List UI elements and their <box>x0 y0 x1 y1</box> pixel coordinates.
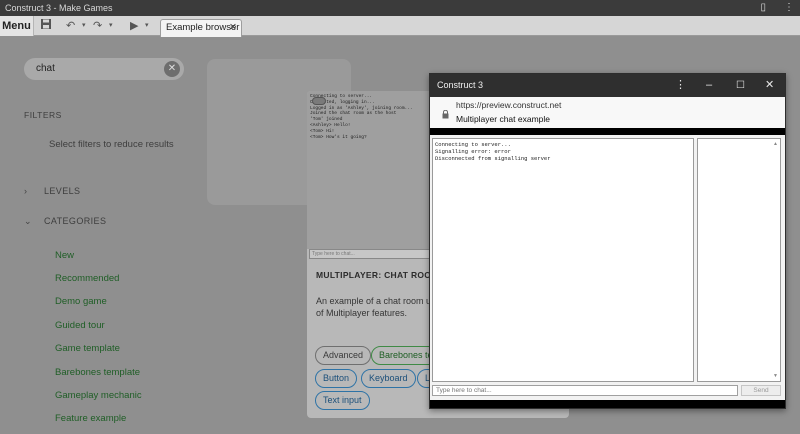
preview-window-title: Construct 3 <box>437 80 484 90</box>
category-guided-tour[interactable]: Guided tour <box>55 320 105 331</box>
lock-icon <box>442 108 449 122</box>
redo-icon[interactable]: ↷ <box>93 18 102 34</box>
menu-button[interactable]: Menu <box>0 16 34 36</box>
scroll-up-icon[interactable]: ▲ <box>773 141 778 147</box>
cloud-icon <box>312 97 326 105</box>
filters-hint: Select filters to reduce results <box>49 139 174 150</box>
tag-advanced[interactable]: Advanced <box>315 346 372 365</box>
chat-log-textarea[interactable]: Connecting to server... Signalling error… <box>432 138 694 382</box>
chevron-right-icon: › <box>24 186 28 196</box>
user-list[interactable]: ▲ ▼ <box>697 138 781 382</box>
category-recommended[interactable]: Recommended <box>55 273 119 284</box>
tag-button[interactable]: Button <box>315 369 358 388</box>
save-icon[interactable] <box>40 18 52 35</box>
preview-window-titlebar: Construct 3 <box>430 74 785 97</box>
levels-section[interactable]: › LEVELS <box>24 186 80 196</box>
search-value: chat <box>36 63 55 74</box>
categories-section[interactable]: ⌄ CATEGORIES <box>24 216 106 227</box>
more-options-icon[interactable]: ⋮ <box>784 0 794 16</box>
preview-page-title: Multiplayer chat example <box>456 114 551 124</box>
clear-search-icon[interactable]: ✕ <box>164 61 180 77</box>
search-input[interactable]: chat ✕ <box>24 58 184 80</box>
undo-dropdown-icon[interactable]: ▾ <box>82 18 86 34</box>
undo-icon[interactable]: ↶ <box>66 18 75 34</box>
game-canvas-border-top <box>430 128 785 135</box>
minimize-icon[interactable]: – <box>706 74 712 97</box>
main-toolbar: Menu ↶ ▾ ↷ ▾ ▶ ▾ Example browser ✕ <box>0 16 800 37</box>
app-titlebar: Construct 3 - Make Games ▯ ⋮ <box>0 0 800 16</box>
category-gameplay-mechanic[interactable]: Gameplay mechanic <box>55 390 142 401</box>
play-dropdown-icon[interactable]: ▾ <box>145 18 149 34</box>
chevron-down-icon: ⌄ <box>24 216 32 226</box>
levels-label: LEVELS <box>44 186 81 196</box>
preview-url: https://preview.construct.net <box>456 100 562 110</box>
chat-input[interactable]: Type here to chat... <box>432 385 738 396</box>
notifications-icon[interactable]: ▯ <box>760 0 766 16</box>
filters-heading: FILTERS <box>24 110 62 120</box>
preview-chat-input: Type here to chat... <box>309 249 435 259</box>
category-demo-game[interactable]: Demo game <box>55 296 107 307</box>
maximize-icon[interactable]: ☐ <box>736 74 745 97</box>
tag-text-input[interactable]: Text input <box>315 391 370 410</box>
game-canvas-border-bottom <box>430 400 785 408</box>
tab-example-browser[interactable]: Example browser ✕ <box>160 19 242 37</box>
categories-label: CATEGORIES <box>44 216 107 226</box>
scroll-down-icon[interactable]: ▼ <box>773 373 778 379</box>
close-icon[interactable]: ✕ <box>765 74 774 97</box>
category-feature-example[interactable]: Feature example <box>55 413 126 424</box>
send-button[interactable]: Send <box>741 385 781 396</box>
app-title: Construct 3 - Make Games <box>5 3 113 13</box>
example-title: MULTIPLAYER: CHAT ROOM <box>316 270 439 280</box>
redo-dropdown-icon[interactable]: ▾ <box>109 18 113 34</box>
play-icon[interactable]: ▶ <box>130 18 138 34</box>
close-tab-icon[interactable]: ✕ <box>229 20 237 36</box>
tag-keyboard[interactable]: Keyboard <box>361 369 416 388</box>
category-new[interactable]: New <box>55 250 74 261</box>
more-options-icon[interactable]: ⋮ <box>675 74 686 97</box>
category-game-template[interactable]: Game template <box>55 343 120 354</box>
category-barebones-template[interactable]: Barebones template <box>55 367 140 378</box>
